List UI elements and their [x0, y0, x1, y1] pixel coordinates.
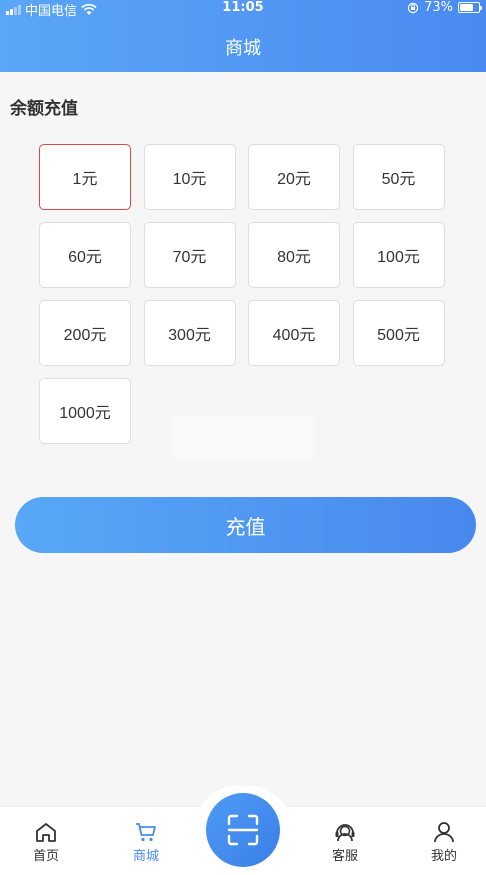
- amount-option[interactable]: 400元: [248, 300, 340, 366]
- home-icon: [36, 823, 56, 842]
- section-title: 余额充值: [10, 99, 78, 119]
- tab-mall-label: 商城: [132, 849, 159, 864]
- tab-service-label: 客服: [331, 849, 358, 864]
- app-header: 中国电信 11:05 73% 商城: [0, 0, 486, 72]
- tab-mall[interactable]: 商城: [116, 821, 176, 864]
- amount-option[interactable]: 70元: [143, 222, 236, 288]
- amount-option[interactable]: 80元: [248, 222, 340, 288]
- battery-percent: 73%: [424, 0, 453, 15]
- tab-home[interactable]: 首页: [16, 821, 76, 864]
- user-icon: [434, 822, 454, 843]
- amount-option[interactable]: 60元: [39, 222, 131, 288]
- amount-option[interactable]: 1000元: [39, 378, 131, 444]
- amount-option[interactable]: 200元: [39, 300, 131, 366]
- blurred-area: [172, 415, 314, 459]
- status-bar: 中国电信 11:05 73%: [0, 0, 486, 19]
- amount-option[interactable]: 1元: [39, 144, 131, 210]
- tab-service[interactable]: 客服: [315, 821, 375, 864]
- cart-icon: [136, 823, 156, 842]
- battery-icon: [458, 2, 482, 13]
- amount-option[interactable]: 50元: [352, 144, 445, 210]
- amount-option[interactable]: 500元: [352, 300, 445, 366]
- amount-option[interactable]: 20元: [248, 144, 340, 210]
- amount-option[interactable]: 300元: [143, 300, 236, 366]
- tab-home-label: 首页: [32, 849, 59, 864]
- scan-icon: [227, 814, 259, 846]
- page-title: 商城: [225, 38, 261, 59]
- amount-option[interactable]: 10元: [143, 144, 236, 210]
- tab-mine[interactable]: 我的: [414, 821, 474, 864]
- tab-mine-label: 我的: [430, 849, 457, 864]
- recharge-button[interactable]: 充值: [15, 497, 476, 553]
- amount-option[interactable]: 100元: [352, 222, 445, 288]
- scan-button[interactable]: [206, 793, 280, 867]
- headset-icon: [335, 824, 355, 842]
- rotation-lock-icon: [407, 2, 419, 13]
- status-right: 73%: [407, 0, 482, 15]
